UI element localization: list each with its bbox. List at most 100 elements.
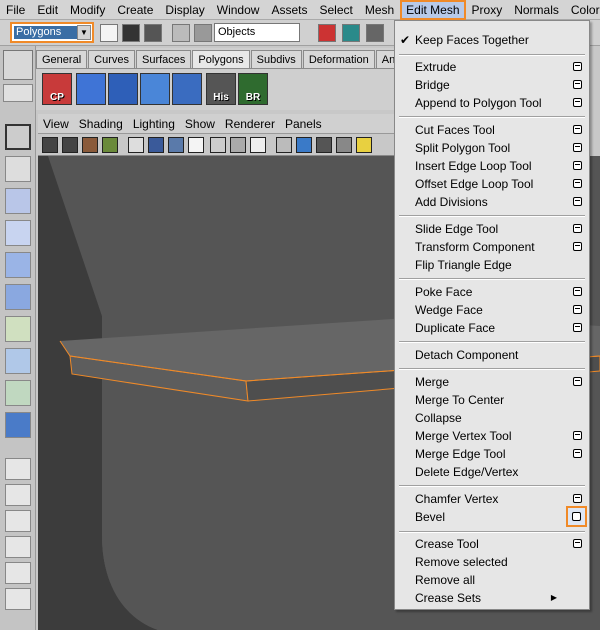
menu-file[interactable]: File (0, 0, 31, 20)
polygon-extrude-icon[interactable] (172, 73, 202, 105)
snap-point-icon[interactable] (366, 24, 384, 42)
menu-item-crease-sets[interactable]: Crease Sets ▶ (395, 589, 589, 607)
bevel-option-box-icon[interactable] (566, 506, 587, 527)
shelf-tab-deformation[interactable]: Deformation (302, 50, 375, 68)
menu-item-remove-all[interactable]: Remove all (395, 571, 589, 589)
menu-item-keep-faces-together[interactable]: ✔ Keep Faces Together (395, 31, 589, 49)
menu-item-chamfer-vertex[interactable]: Chamfer Vertex (395, 490, 589, 508)
option-box-icon[interactable] (573, 197, 582, 206)
persp-hypershade-layout-icon[interactable] (5, 562, 31, 584)
menu-item-extrude[interactable]: Extrude (395, 58, 589, 76)
option-box-icon[interactable] (573, 242, 582, 251)
shelf-button-br[interactable]: BR (238, 73, 268, 105)
menu-display[interactable]: Display (159, 0, 210, 20)
option-box-icon[interactable] (573, 305, 582, 314)
panel-menu-lighting[interactable]: Lighting (128, 117, 180, 131)
scale-tool-icon[interactable] (5, 284, 31, 310)
select-by-object-icon[interactable] (194, 24, 212, 42)
open-scene-icon[interactable] (122, 24, 140, 42)
menu-item-duplicate-face[interactable]: Duplicate Face (395, 319, 589, 337)
shelf-tab-surfaces[interactable]: Surfaces (135, 50, 192, 68)
option-box-icon[interactable] (573, 98, 582, 107)
option-box-icon[interactable] (573, 161, 582, 170)
grid-toggle-icon[interactable] (128, 137, 144, 153)
option-box-icon[interactable] (573, 80, 582, 89)
menu-select[interactable]: Select (313, 0, 358, 20)
option-box-icon[interactable] (573, 323, 582, 332)
smooth-shade-icon[interactable] (230, 137, 246, 153)
snap-grid-icon[interactable] (318, 24, 336, 42)
single-perspective-layout-icon[interactable] (5, 458, 31, 480)
menu-item-poke-face[interactable]: Poke Face (395, 283, 589, 301)
menu-item-insert-edge-loop-tool[interactable]: Insert Edge Loop Tool (395, 157, 589, 175)
select-tool-icon[interactable] (5, 124, 31, 150)
option-box-icon[interactable] (573, 62, 582, 71)
panel-menu-renderer[interactable]: Renderer (220, 117, 280, 131)
persp-outliner-layout-icon[interactable] (5, 510, 31, 532)
menu-assets[interactable]: Assets (265, 0, 313, 20)
save-scene-icon[interactable] (144, 24, 162, 42)
menu-item-delete-edge-vertex[interactable]: Delete Edge/Vertex (395, 463, 589, 481)
panel-menu-view[interactable]: View (38, 117, 74, 131)
four-view-layout-icon[interactable] (5, 484, 31, 506)
universal-manipulator-icon[interactable] (5, 316, 31, 342)
shelf-dropdown-icon[interactable] (3, 84, 33, 102)
film-gate-icon[interactable] (148, 137, 164, 153)
menu-item-bridge[interactable]: Bridge (395, 76, 589, 94)
resolution-gate-icon[interactable] (168, 137, 184, 153)
select-by-hierarchy-icon[interactable] (172, 24, 190, 42)
menu-item-merge-vertex-tool[interactable]: Merge Vertex Tool (395, 427, 589, 445)
image-plane-icon[interactable] (102, 137, 118, 153)
menu-item-detach-component[interactable]: Detach Component (395, 346, 589, 364)
option-box-icon[interactable] (573, 287, 582, 296)
panel-menu-shading[interactable]: Shading (74, 117, 128, 131)
lights-icon[interactable] (356, 137, 372, 153)
shaded-icon[interactable] (296, 137, 312, 153)
xray-icon[interactable] (316, 137, 332, 153)
shelf-tab-general[interactable]: General (36, 50, 88, 68)
menu-item-transform-component[interactable]: Transform Component (395, 238, 589, 256)
menu-mesh[interactable]: Mesh (359, 0, 400, 20)
polygon-plane-icon[interactable] (108, 73, 138, 105)
menu-item-remove-selected[interactable]: Remove selected (395, 553, 589, 571)
option-box-icon[interactable] (573, 125, 582, 134)
menu-item-add-divisions[interactable]: Add Divisions (395, 193, 589, 211)
option-box-icon[interactable] (573, 179, 582, 188)
menu-item-bevel[interactable]: Bevel (395, 506, 589, 527)
shelf-menu-icon[interactable] (3, 50, 33, 80)
snap-curve-icon[interactable] (342, 24, 360, 42)
shelf-tab-subdivs[interactable]: Subdivs (250, 50, 302, 68)
menu-item-wedge-face[interactable]: Wedge Face (395, 301, 589, 319)
option-box-icon[interactable] (573, 377, 582, 386)
menu-item-slide-edge-tool[interactable]: Slide Edge Tool (395, 220, 589, 238)
menu-modify[interactable]: Modify (64, 0, 111, 20)
last-tool-icon[interactable] (5, 412, 31, 438)
menu-item-merge[interactable]: Merge (395, 373, 589, 391)
menu-window[interactable]: Window (211, 0, 266, 20)
menu-item-collapse[interactable]: Collapse (395, 409, 589, 427)
lasso-tool-icon[interactable] (5, 156, 31, 182)
menu-item-flip-triangle-edge[interactable]: Flip Triangle Edge (395, 256, 589, 274)
menu-item-split-polygon-tool[interactable]: Split Polygon Tool (395, 139, 589, 157)
xray-joints-icon[interactable] (336, 137, 352, 153)
show-manipulator-icon[interactable] (5, 380, 31, 406)
option-box-icon[interactable] (573, 143, 582, 152)
bookmarks-icon[interactable] (82, 137, 98, 153)
texture-icon[interactable] (250, 137, 266, 153)
shelf-button-cp[interactable]: CP (42, 73, 72, 105)
gate-mask-icon[interactable] (188, 137, 204, 153)
new-scene-icon[interactable] (100, 24, 118, 42)
menu-item-crease-tool[interactable]: Crease Tool (395, 535, 589, 553)
option-box-icon[interactable] (573, 224, 582, 233)
wireframe-on-shaded-icon[interactable] (276, 137, 292, 153)
option-box-icon[interactable] (573, 539, 582, 548)
camera-attributes-icon[interactable] (62, 137, 78, 153)
polygon-cube-icon[interactable] (76, 73, 106, 105)
select-camera-icon[interactable] (42, 137, 58, 153)
panel-menu-panels[interactable]: Panels (280, 117, 327, 131)
persp-graph-layout-icon[interactable] (5, 536, 31, 558)
menu-item-append-to-polygon-tool[interactable]: Append to Polygon Tool (395, 94, 589, 112)
shelf-button-his[interactable]: His (206, 73, 236, 105)
shelf-tab-polygons[interactable]: Polygons (192, 50, 250, 68)
wireframe-icon[interactable] (210, 137, 226, 153)
